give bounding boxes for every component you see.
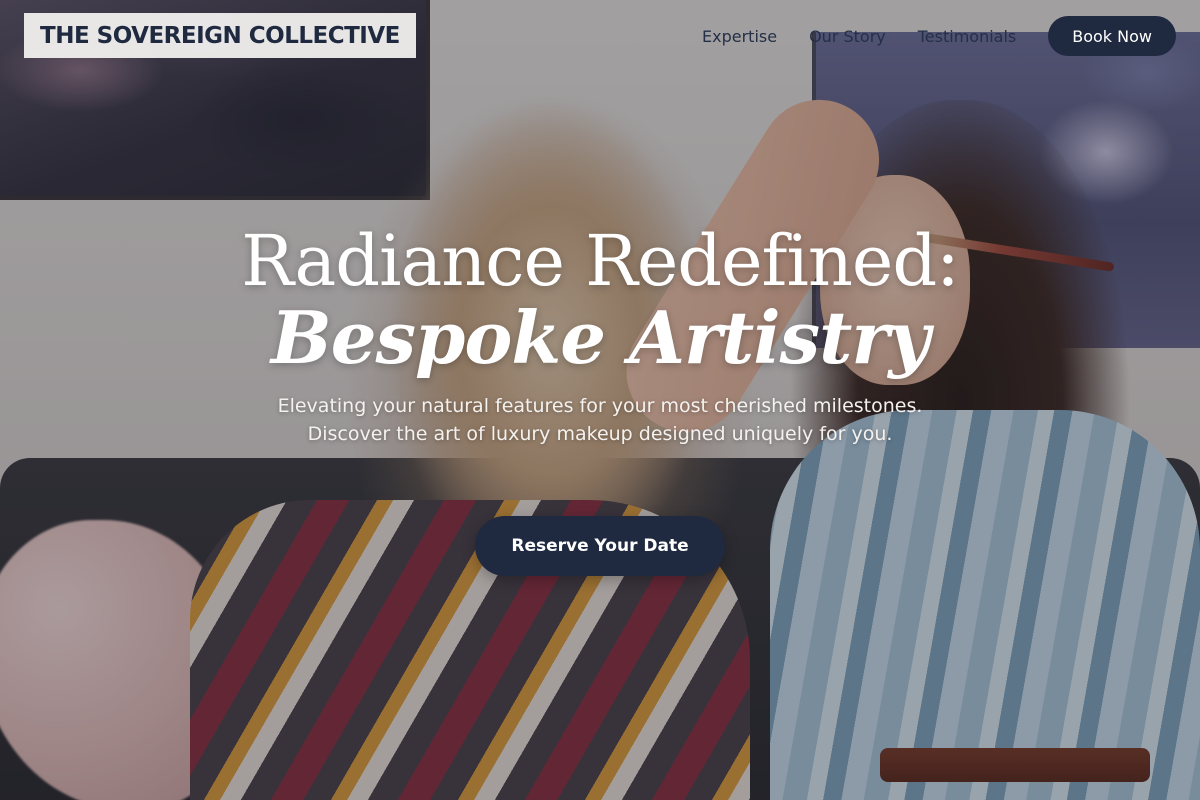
brand-logo-text: THE SOVEREIGN COLLECTIVE — [40, 22, 400, 49]
hero-subtitle: Elevating your natural features for your… — [277, 395, 923, 445]
hero-headline-line1: Radiance Redefined: — [241, 220, 960, 302]
nav-link-testimonials[interactable]: Testimonials — [918, 27, 1017, 46]
hero-headline: Radiance Redefined: Bespoke Artistry — [0, 222, 1200, 376]
book-now-button[interactable]: Book Now — [1048, 16, 1176, 56]
reserve-date-button[interactable]: Reserve Your Date — [475, 516, 725, 576]
nav-link-our-story[interactable]: Our Story — [809, 27, 886, 46]
hero-section: THE SOVEREIGN COLLECTIVE Expertise Our S… — [0, 0, 1200, 800]
brand-logo[interactable]: THE SOVEREIGN COLLECTIVE — [24, 13, 416, 58]
main-nav: Expertise Our Story Testimonials Book No… — [702, 16, 1176, 56]
nav-link-expertise[interactable]: Expertise — [702, 27, 777, 46]
hero-headline-line2: Bespoke Artistry — [270, 295, 930, 380]
